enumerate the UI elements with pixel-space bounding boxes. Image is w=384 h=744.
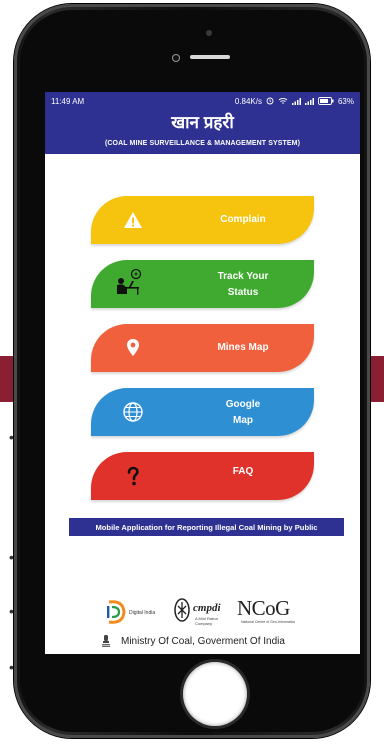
- network-speed: 0.84K/s: [234, 96, 262, 106]
- alarm-icon: [266, 97, 274, 105]
- ncog-text: NCoG: [237, 596, 290, 620]
- national-emblem-icon: [102, 635, 110, 647]
- cmpdi-logo: cmpdi A Mini Ratna Company: [173, 596, 233, 626]
- question-icon: [127, 466, 139, 486]
- info-banner: Mobile Application for Reporting Illegal…: [69, 518, 344, 536]
- signal-icon: [304, 98, 314, 105]
- wifi-icon: [278, 98, 288, 104]
- mines-map-button[interactable]: Mines Map: [91, 324, 314, 372]
- track-status-button[interactable]: Track Your Status: [91, 260, 314, 308]
- cmpdi-subtext: A Mini Ratna Company: [195, 616, 218, 626]
- digital-india-emblem-icon: [107, 600, 126, 624]
- google-map-button[interactable]: Google Map: [91, 388, 314, 436]
- globe-icon: [123, 402, 143, 422]
- earpiece-speaker: [190, 55, 230, 59]
- status-time: 11:49 AM: [51, 96, 85, 106]
- google-map-label-line1: Google: [225, 399, 261, 410]
- faq-label: FAQ: [232, 466, 254, 477]
- ministry-footer: Ministry Of Coal, Goverment Of India: [45, 632, 360, 652]
- google-map-label-line2: Map: [233, 415, 253, 426]
- status-bar: 11:49 AM 0.84K/s 63%: [45, 92, 360, 110]
- cmpdi-emblem-icon: [174, 598, 190, 622]
- track-status-label-line1: Track Your: [217, 271, 269, 282]
- front-camera: [206, 30, 212, 36]
- phone-screen: 11:49 AM 0.84K/s 63% खान प्रहरी (COAL MI…: [45, 92, 360, 654]
- map-pin-icon: [127, 339, 139, 356]
- battery-level: 63%: [337, 96, 354, 106]
- track-status-label-line2: Status: [227, 287, 259, 298]
- app-subtitle: (COAL MINE SURVEILLANCE & MANAGEMENT SYS…: [104, 140, 301, 147]
- proximity-sensor: [172, 54, 180, 62]
- mines-map-label: Mines Map: [217, 342, 269, 353]
- cmpdi-text: cmpdi: [193, 602, 221, 614]
- home-button[interactable]: [183, 662, 247, 726]
- partner-logos: Digital India cmpdi A Mini Ratna Company…: [45, 592, 360, 632]
- signal-icon: [291, 98, 301, 105]
- complain-label: Complain: [220, 214, 266, 225]
- app-title: खान प्रहरी: [171, 113, 234, 132]
- status-indicators: 0.84K/s 63%: [235, 97, 354, 106]
- digital-india-text: Digital India: [129, 610, 156, 616]
- digital-india-logo: Digital India: [103, 598, 163, 626]
- person-at-desk-icon: [117, 268, 142, 295]
- ncog-logo: NCoG National Centre of Geo-Informatics: [237, 594, 307, 628]
- battery-icon: [318, 97, 334, 105]
- complain-button[interactable]: Complain: [91, 196, 314, 244]
- ncog-subtext: National Centre of Geo-Informatics: [241, 620, 296, 624]
- faq-button[interactable]: FAQ: [91, 452, 314, 500]
- app-header: खान प्रहरी (COAL MINE SURVEILLANCE & MAN…: [45, 110, 360, 154]
- ministry-text: Ministry Of Coal, Goverment Of India: [121, 636, 285, 647]
- warning-icon: [124, 212, 142, 228]
